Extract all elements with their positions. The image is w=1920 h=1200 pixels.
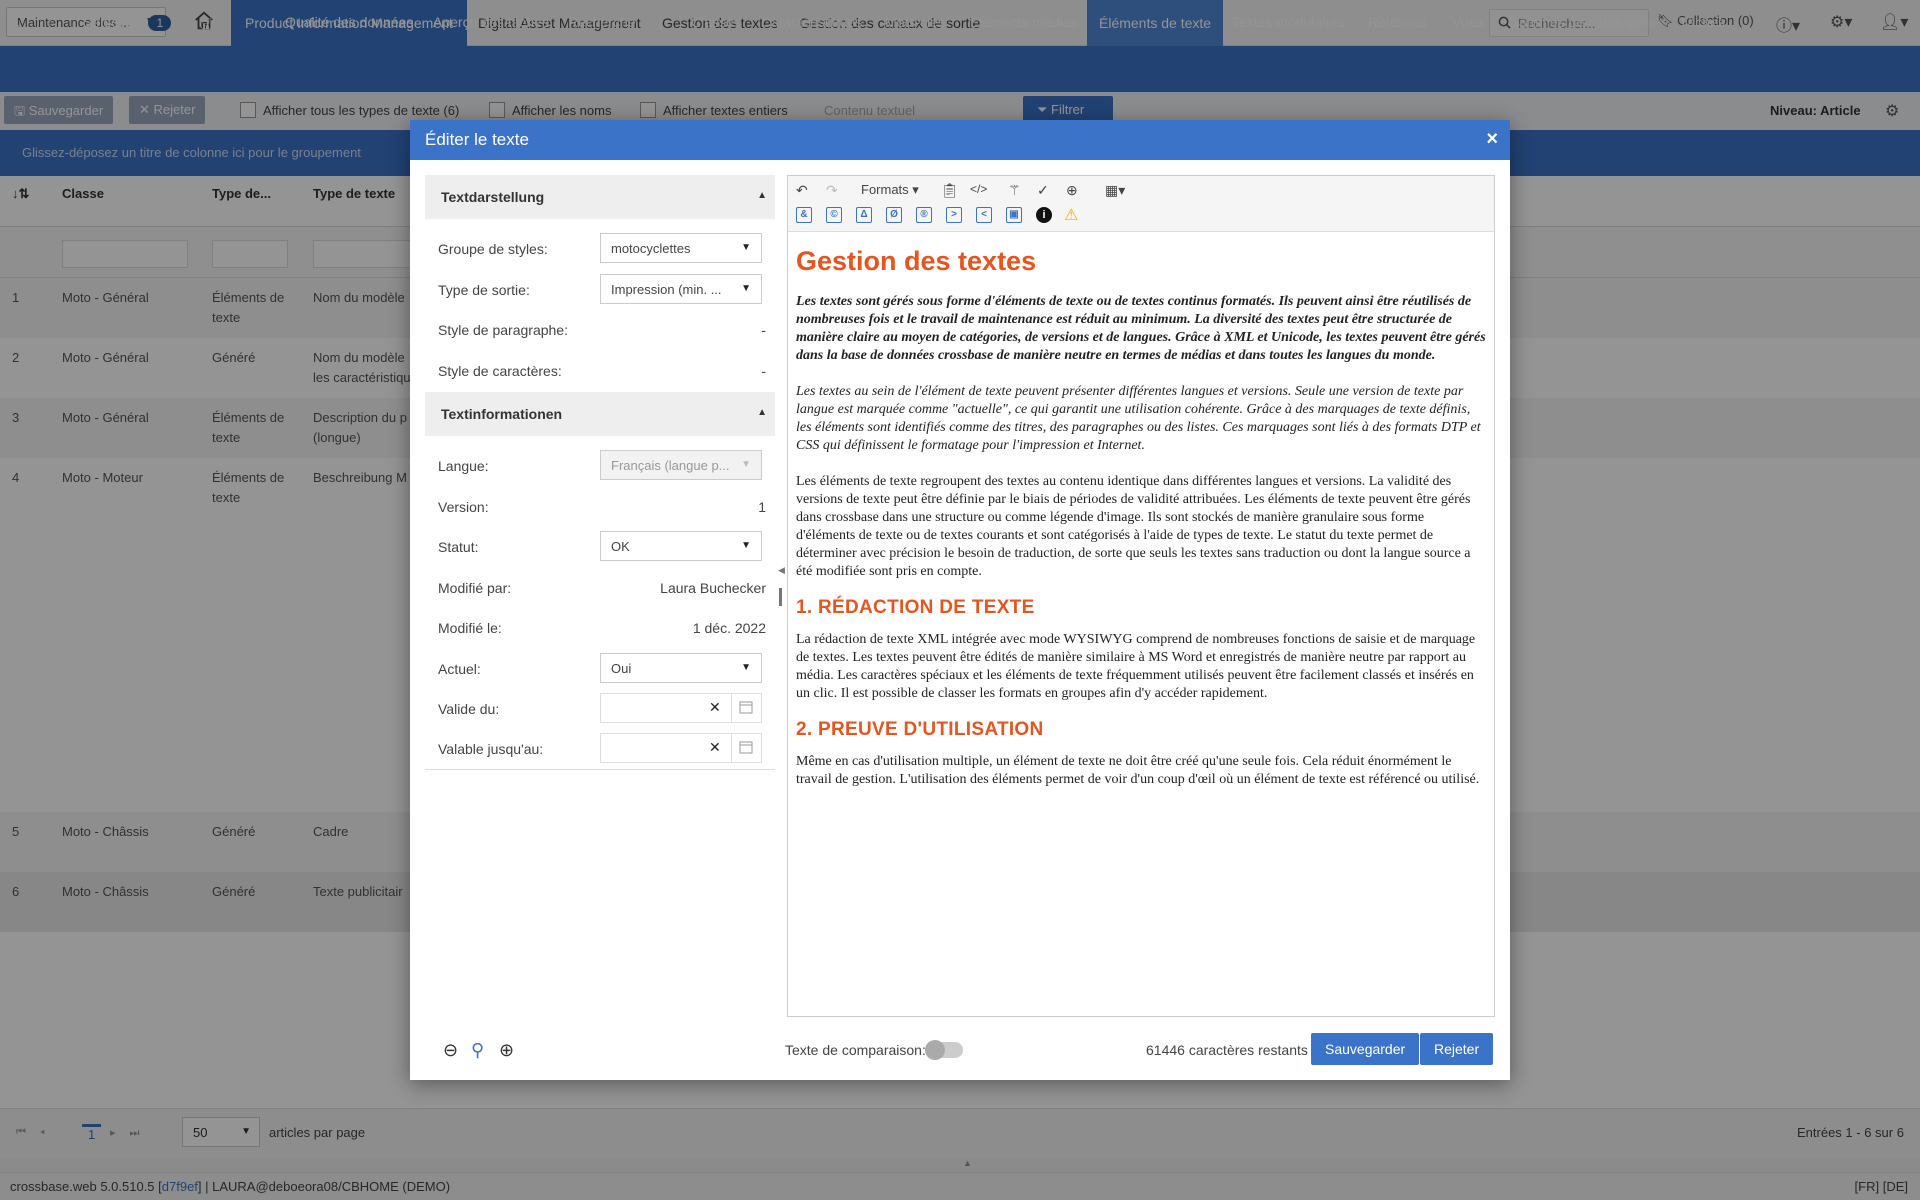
zoom-out-icon[interactable]: ⊖ bbox=[443, 1040, 458, 1061]
spellcheck-icon[interactable]: ✓ bbox=[1037, 182, 1049, 199]
modified-by-label: Modifié par: bbox=[438, 580, 512, 596]
current-select[interactable]: Oui ▼ bbox=[600, 653, 762, 683]
editor-toolbar: ↶ ↷ Formats ▾ 📋︎ </> ⚚ ✓ ⊕ ▦▾ & © Δ Ø ® … bbox=[788, 176, 1494, 232]
style-group-select[interactable]: motocyclettes ▼ bbox=[600, 233, 762, 263]
modified-on-value: 1 déc. 2022 bbox=[692, 620, 766, 636]
collapse-left-icon: ◀ bbox=[778, 565, 785, 575]
modified-by-value: Laura Buchecker bbox=[660, 580, 766, 596]
panel-splitter[interactable]: ◀ bbox=[775, 120, 785, 1080]
formats-label: Formats bbox=[861, 182, 909, 197]
content-paragraph: Les textes sont gérés sous forme d'éléme… bbox=[796, 294, 1486, 363]
chevron-down-icon: ▼ bbox=[741, 540, 751, 551]
section-text-display[interactable]: Textdarstellung ▲ bbox=[425, 175, 775, 219]
output-type-label: Type de sortie: bbox=[438, 282, 530, 298]
valid-to-label: Valable jusqu'au: bbox=[438, 741, 544, 757]
section-text-info[interactable]: Textinformationen ▲ bbox=[425, 392, 775, 436]
language-select: Français (langue p... ▼ bbox=[600, 450, 762, 480]
clear-icon[interactable]: ✕ bbox=[709, 739, 721, 756]
dialog-save-button[interactable]: Sauvegarder bbox=[1311, 1033, 1420, 1065]
warning-icon[interactable]: ⚠ bbox=[1064, 205, 1078, 225]
clear-icon[interactable]: ✕ bbox=[709, 699, 721, 716]
calendar-icon[interactable] bbox=[731, 694, 761, 722]
special-char-greater-icon[interactable]: > bbox=[946, 207, 962, 223]
image-icon[interactable]: ▣ bbox=[1006, 207, 1022, 223]
content-heading: 2. PREUVE D'UTILISATION bbox=[796, 719, 1044, 740]
formats-dropdown[interactable]: Formats ▾ bbox=[861, 182, 919, 198]
valid-to-date-input[interactable]: ✕ bbox=[600, 733, 762, 763]
output-type-value: Impression (min. ... bbox=[611, 282, 722, 297]
section-title: Textinformationen bbox=[441, 406, 563, 422]
valid-from-date-input[interactable]: ✕ bbox=[600, 693, 762, 723]
chevron-down-icon: ▼ bbox=[741, 242, 751, 253]
editor-content[interactable]: Gestion des textes Les textes sont gérés… bbox=[788, 233, 1494, 1016]
zoom-in-icon[interactable]: ⊕ bbox=[499, 1040, 514, 1061]
compare-text-label: Texte de comparaison: bbox=[785, 1042, 926, 1058]
divider bbox=[425, 769, 775, 770]
edit-text-dialog: Éditer le texte × Textdarstellung ▲ Group… bbox=[410, 120, 1510, 1080]
chars-remaining: 61446 caractères restants bbox=[1146, 1042, 1308, 1058]
calendar-icon[interactable] bbox=[731, 734, 761, 762]
content-paragraph: Les éléments de texte regroupent des tex… bbox=[796, 474, 1471, 579]
dialog-reject-button[interactable]: Rejeter bbox=[1420, 1033, 1494, 1065]
undo-icon[interactable]: ↶ bbox=[796, 182, 808, 199]
content-heading: 1. RÉDACTION DE TEXTE bbox=[796, 597, 1035, 618]
redo-icon[interactable]: ↷ bbox=[826, 182, 838, 199]
collapse-icon: ▲ bbox=[757, 190, 767, 201]
close-icon[interactable]: × bbox=[1486, 128, 1498, 151]
language-label: Langue: bbox=[438, 458, 489, 474]
paste-icon[interactable]: 📋︎ bbox=[941, 182, 959, 199]
toggle-knob bbox=[925, 1040, 945, 1060]
chevron-down-icon: ▼ bbox=[741, 662, 751, 673]
status-value: OK bbox=[611, 539, 630, 554]
content-paragraph: La rédaction de texte XML intégrée avec … bbox=[796, 632, 1476, 701]
dialog-header: Éditer le texte × bbox=[410, 120, 1510, 160]
special-char-copyright-icon[interactable]: © bbox=[826, 207, 842, 223]
current-label: Actuel: bbox=[438, 661, 481, 677]
style-group-value: motocyclettes bbox=[611, 241, 691, 256]
special-char-ampersand-icon[interactable]: & bbox=[796, 207, 812, 223]
chevron-down-icon: ▼ bbox=[741, 283, 751, 294]
content-paragraph: Les textes au sein de l'élément de texte… bbox=[796, 384, 1481, 453]
code-icon[interactable]: </> bbox=[970, 182, 987, 196]
content-title: Gestion des textes bbox=[796, 246, 1037, 276]
current-value: Oui bbox=[611, 661, 632, 676]
special-char-registered-icon[interactable]: ® bbox=[916, 207, 932, 223]
magic-wand-icon[interactable]: ⚚ bbox=[1008, 182, 1021, 199]
version-label: Version: bbox=[438, 499, 489, 515]
valid-from-label: Valide du: bbox=[438, 701, 500, 717]
style-group-label: Groupe de styles: bbox=[438, 241, 548, 257]
special-char-diameter-icon[interactable]: Ø bbox=[886, 207, 902, 223]
char-style-value: - bbox=[761, 363, 766, 379]
status-label: Statut: bbox=[438, 539, 479, 555]
zoom-reset-icon[interactable]: ⚲ bbox=[471, 1040, 484, 1061]
chevron-down-icon: ▼ bbox=[741, 459, 751, 470]
status-select[interactable]: OK ▼ bbox=[600, 531, 762, 561]
paragraph-style-value: - bbox=[761, 322, 766, 338]
compare-text-toggle[interactable] bbox=[925, 1040, 963, 1060]
info-icon[interactable]: i bbox=[1036, 207, 1052, 223]
rich-text-editor: ↶ ↷ Formats ▾ 📋︎ </> ⚚ ✓ ⊕ ▦▾ & © Δ Ø ® … bbox=[787, 175, 1495, 1017]
expand-panel-icon[interactable]: ▲ bbox=[963, 1158, 972, 1168]
splitter-handle[interactable] bbox=[779, 588, 782, 606]
special-char-delta-icon[interactable]: Δ bbox=[856, 207, 872, 223]
table-icon[interactable]: ▦▾ bbox=[1105, 182, 1125, 199]
char-style-label: Style de caractères: bbox=[438, 363, 562, 379]
version-value: 1 bbox=[758, 499, 766, 515]
dialog-title: Éditer le texte bbox=[425, 130, 529, 149]
modified-on-label: Modifié le: bbox=[438, 620, 502, 636]
paragraph-style-label: Style de paragraphe: bbox=[438, 322, 568, 338]
content-paragraph: Même en cas d'utilisation multiple, un é… bbox=[796, 754, 1480, 787]
output-type-select[interactable]: Impression (min. ... ▼ bbox=[600, 274, 762, 304]
language-value: Français (langue p... bbox=[611, 458, 730, 473]
special-char-less-icon[interactable]: < bbox=[976, 207, 992, 223]
collapse-icon: ▲ bbox=[757, 407, 767, 418]
section-title: Textdarstellung bbox=[441, 189, 545, 205]
add-circle-icon[interactable]: ⊕ bbox=[1066, 182, 1078, 199]
